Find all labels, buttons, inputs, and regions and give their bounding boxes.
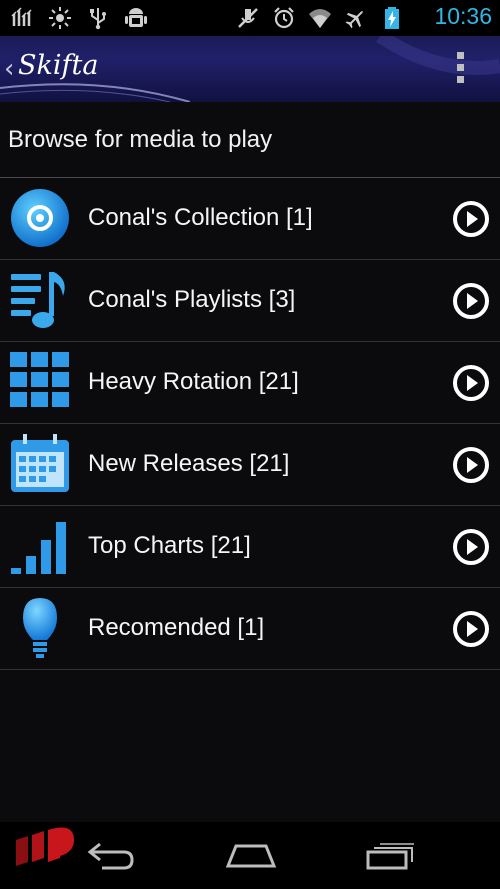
play-arrow-icon[interactable] xyxy=(452,528,490,566)
alarm-icon xyxy=(274,7,294,29)
list-item-label: Top Charts [21] xyxy=(88,532,251,559)
up-navigation-button[interactable]: ‹ xyxy=(4,56,14,82)
clear-notifications-icon xyxy=(11,7,32,26)
airplane-mode-icon xyxy=(345,11,363,29)
back-icon[interactable] xyxy=(86,836,136,876)
action-bar: ‹ Skifta xyxy=(0,36,500,102)
playlist-icon xyxy=(9,268,71,332)
list-item[interactable]: Heavy Rotation [21] xyxy=(0,342,500,424)
recent-apps-icon[interactable] xyxy=(364,836,418,876)
app-logo[interactable]: Skifta xyxy=(18,50,98,81)
mute-icon xyxy=(238,8,258,28)
list-item-label: Conal's Playlists [3] xyxy=(88,286,296,313)
list-item[interactable]: New Releases [21] xyxy=(0,424,500,506)
navigation-bar xyxy=(0,822,500,889)
usb-icon xyxy=(90,8,106,30)
media-list: Conal's Collection [1] Conal's Playlists… xyxy=(0,178,500,670)
list-item-label: Conal's Collection [1] xyxy=(88,204,313,231)
lightbulb-icon xyxy=(9,596,71,660)
calendar-icon xyxy=(9,432,71,496)
list-item[interactable]: Conal's Collection [1] xyxy=(0,178,500,260)
play-arrow-icon[interactable] xyxy=(452,200,490,238)
status-clock: 10:36 xyxy=(434,3,492,29)
brightness-icon xyxy=(49,7,71,29)
bar-chart-icon xyxy=(9,514,71,578)
list-item[interactable]: Recomended [1] xyxy=(0,588,500,670)
list-item[interactable]: Top Charts [21] xyxy=(0,506,500,588)
page-title: Browse for media to play xyxy=(8,126,273,153)
list-item-label: New Releases [21] xyxy=(88,450,290,477)
app-logo-icon[interactable] xyxy=(14,822,76,874)
wifi-icon xyxy=(309,9,331,28)
android-debug-icon xyxy=(125,8,147,27)
play-arrow-icon[interactable] xyxy=(452,282,490,320)
grid-icon xyxy=(9,350,71,414)
status-bar: 10:36 xyxy=(0,0,500,36)
disc-icon xyxy=(9,186,71,250)
play-arrow-icon[interactable] xyxy=(452,364,490,402)
battery-charging-icon xyxy=(385,7,399,29)
overflow-menu-icon[interactable] xyxy=(456,52,466,86)
list-item-label: Heavy Rotation [21] xyxy=(88,368,299,395)
play-arrow-icon[interactable] xyxy=(452,446,490,484)
play-arrow-icon[interactable] xyxy=(452,610,490,648)
list-item-label: Recomended [1] xyxy=(88,614,265,641)
home-icon[interactable] xyxy=(224,836,278,876)
list-item[interactable]: Conal's Playlists [3] xyxy=(0,260,500,342)
